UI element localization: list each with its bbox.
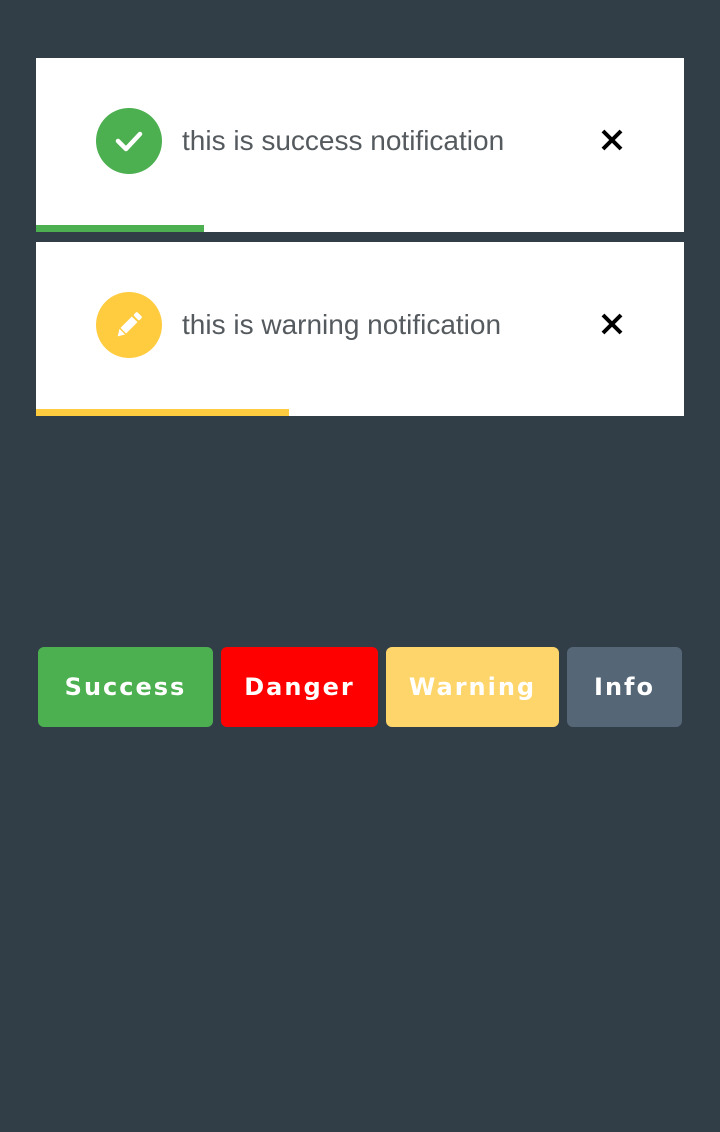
info-button[interactable]: Info: [567, 647, 682, 727]
notification-message: this is success notification: [182, 125, 505, 156]
close-icon[interactable]: [596, 124, 628, 156]
success-button[interactable]: Success: [38, 647, 213, 727]
check-icon: [96, 108, 162, 174]
notification-progress-bar: [36, 409, 289, 416]
notification-message: this is warning notification: [182, 309, 502, 340]
danger-button[interactable]: Danger: [221, 647, 378, 727]
notification-progress-bar: [36, 225, 205, 232]
success-notification: this is success notification: [36, 58, 684, 232]
close-icon[interactable]: [596, 308, 628, 340]
warning-button[interactable]: Warning: [386, 647, 559, 727]
pencil-icon: [96, 292, 162, 358]
warning-notification: this is warning notification: [36, 242, 684, 416]
